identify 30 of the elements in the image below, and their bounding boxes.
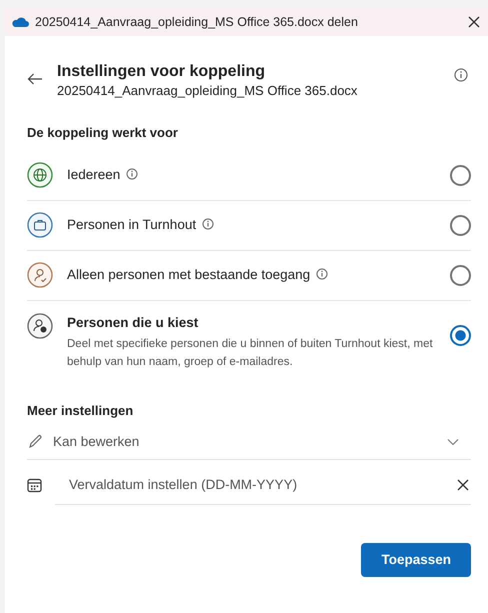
file-name: 20250414_Aanvraag_opleiding_MS Office 365.docx [57, 82, 358, 99]
panel-title: Instellingen voor koppeling [57, 62, 266, 82]
radio-button[interactable] [450, 164, 471, 186]
person-icon [27, 262, 53, 288]
radio-button[interactable] [450, 324, 471, 346]
cloud-icon [11, 16, 29, 28]
option-label: Iedereen [67, 166, 120, 182]
window-title: 20250414_Aanvraag_opleiding_MS Office 365.docx delen [35, 14, 359, 31]
close-icon [457, 479, 469, 492]
globe-icon [27, 162, 53, 188]
section-heading: De koppeling werkt voor [27, 124, 179, 142]
pencil-icon [27, 434, 43, 450]
apply-button[interactable]: Toepassen [361, 542, 471, 577]
chevron-down-icon [447, 438, 459, 446]
option-label: Personen in Turnhout [67, 216, 196, 232]
radio-button[interactable] [450, 264, 471, 286]
permission-dropdown[interactable]: Kan bewerken [53, 432, 471, 452]
close-icon [468, 16, 480, 28]
date-input-field[interactable]: Vervaldatum instellen (DD-MM-YYYY) [55, 474, 455, 496]
person-settings-icon [27, 312, 53, 338]
close-button[interactable] [466, 14, 482, 30]
info-icon [454, 68, 468, 82]
calendar-icon [27, 478, 42, 494]
section-heading: Meer instellingen [27, 402, 134, 420]
option-label: Alleen personen met bestaande toegang [67, 266, 310, 282]
radio-button[interactable] [450, 214, 471, 236]
back-arrow-icon [27, 72, 43, 85]
option-label: Personen die u kiest [67, 314, 200, 332]
option-description: Deel met specifieke personen die u binnen of buiten Turnhout kiest, met behulp van hun naam, groep of e-mailadres. [67, 336, 434, 370]
briefcase-icon [27, 212, 53, 238]
